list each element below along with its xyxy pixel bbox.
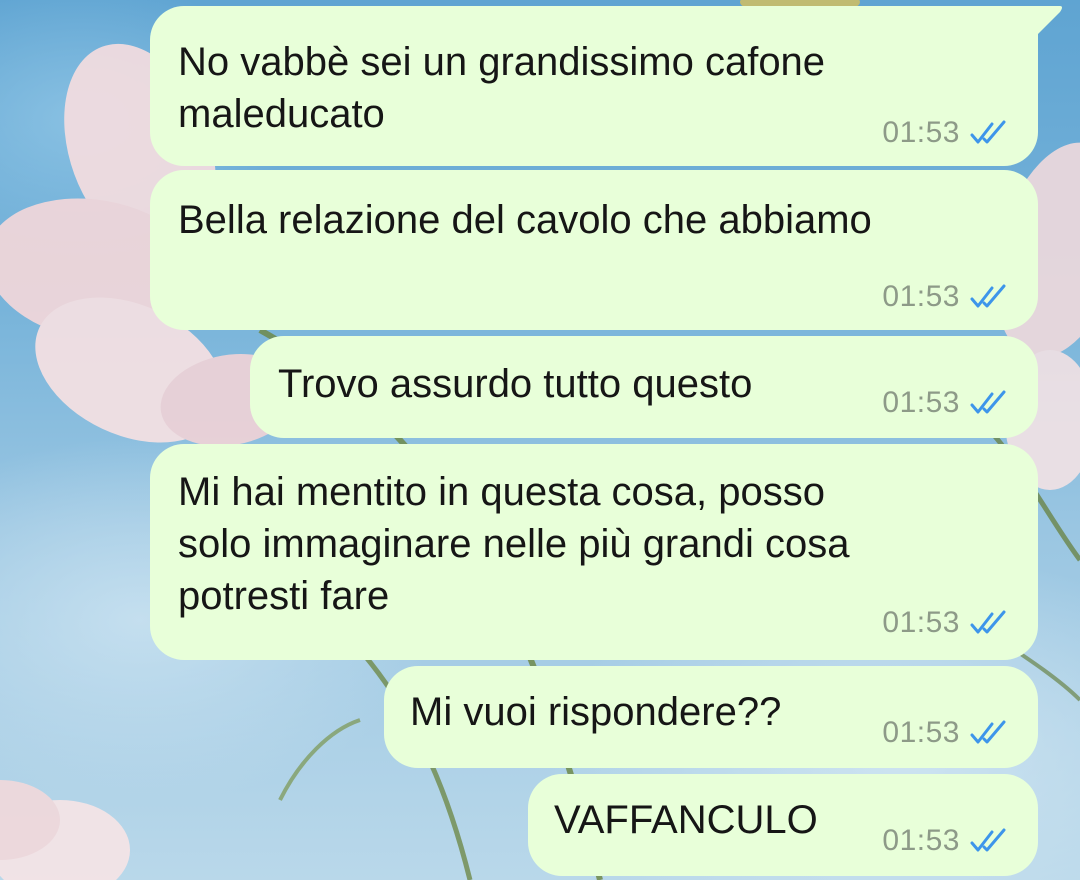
message-time: 01:53 (882, 116, 960, 149)
message-meta: 01:53 (882, 716, 1010, 750)
message-time: 01:53 (882, 606, 960, 639)
message-meta: 01:53 (882, 824, 1010, 858)
message-meta: 01:53 (882, 606, 1010, 640)
message-time: 01:53 (882, 386, 960, 419)
message-meta: 01:53 (882, 386, 1010, 420)
double-check-read-icon (970, 610, 1006, 634)
message-time: 01:53 (882, 716, 960, 749)
message-bubble[interactable]: Trovo assurdo tutto questo 01:53 (250, 336, 1038, 438)
message-time: 01:53 (882, 824, 960, 857)
message-meta: 01:53 (882, 116, 1010, 150)
double-check-read-icon (970, 390, 1006, 414)
message-text: Bella relazione del cavolo che abbiamo (178, 198, 872, 242)
message-text: Trovo assurdo tutto questo (278, 362, 753, 406)
message-text: Mi vuoi rispondere?? (410, 690, 782, 734)
message-bubble[interactable]: No vabbè sei un grandissimo cafone maled… (150, 6, 1038, 166)
message-meta: 01:53 (882, 280, 1010, 314)
double-check-read-icon (970, 720, 1006, 744)
message-text: No vabbè sei un grandissimo cafone maled… (178, 40, 826, 136)
double-check-read-icon (970, 828, 1006, 852)
message-text: VAFFANCULO (554, 798, 818, 842)
double-check-read-icon (970, 120, 1006, 144)
message-bubble[interactable]: Bella relazione del cavolo che abbiamo 0… (150, 170, 1038, 330)
bubble-tail (1030, 6, 1062, 36)
double-check-read-icon (970, 284, 1006, 308)
message-time: 01:53 (882, 280, 960, 313)
message-bubble[interactable]: Mi vuoi rispondere?? 01:53 (384, 666, 1038, 768)
message-text: Mi hai mentito in questa cosa, posso sol… (178, 470, 850, 618)
message-bubble[interactable]: Mi hai mentito in questa cosa, posso sol… (150, 444, 1038, 660)
message-bubble[interactable]: VAFFANCULO 01:53 (528, 774, 1038, 876)
